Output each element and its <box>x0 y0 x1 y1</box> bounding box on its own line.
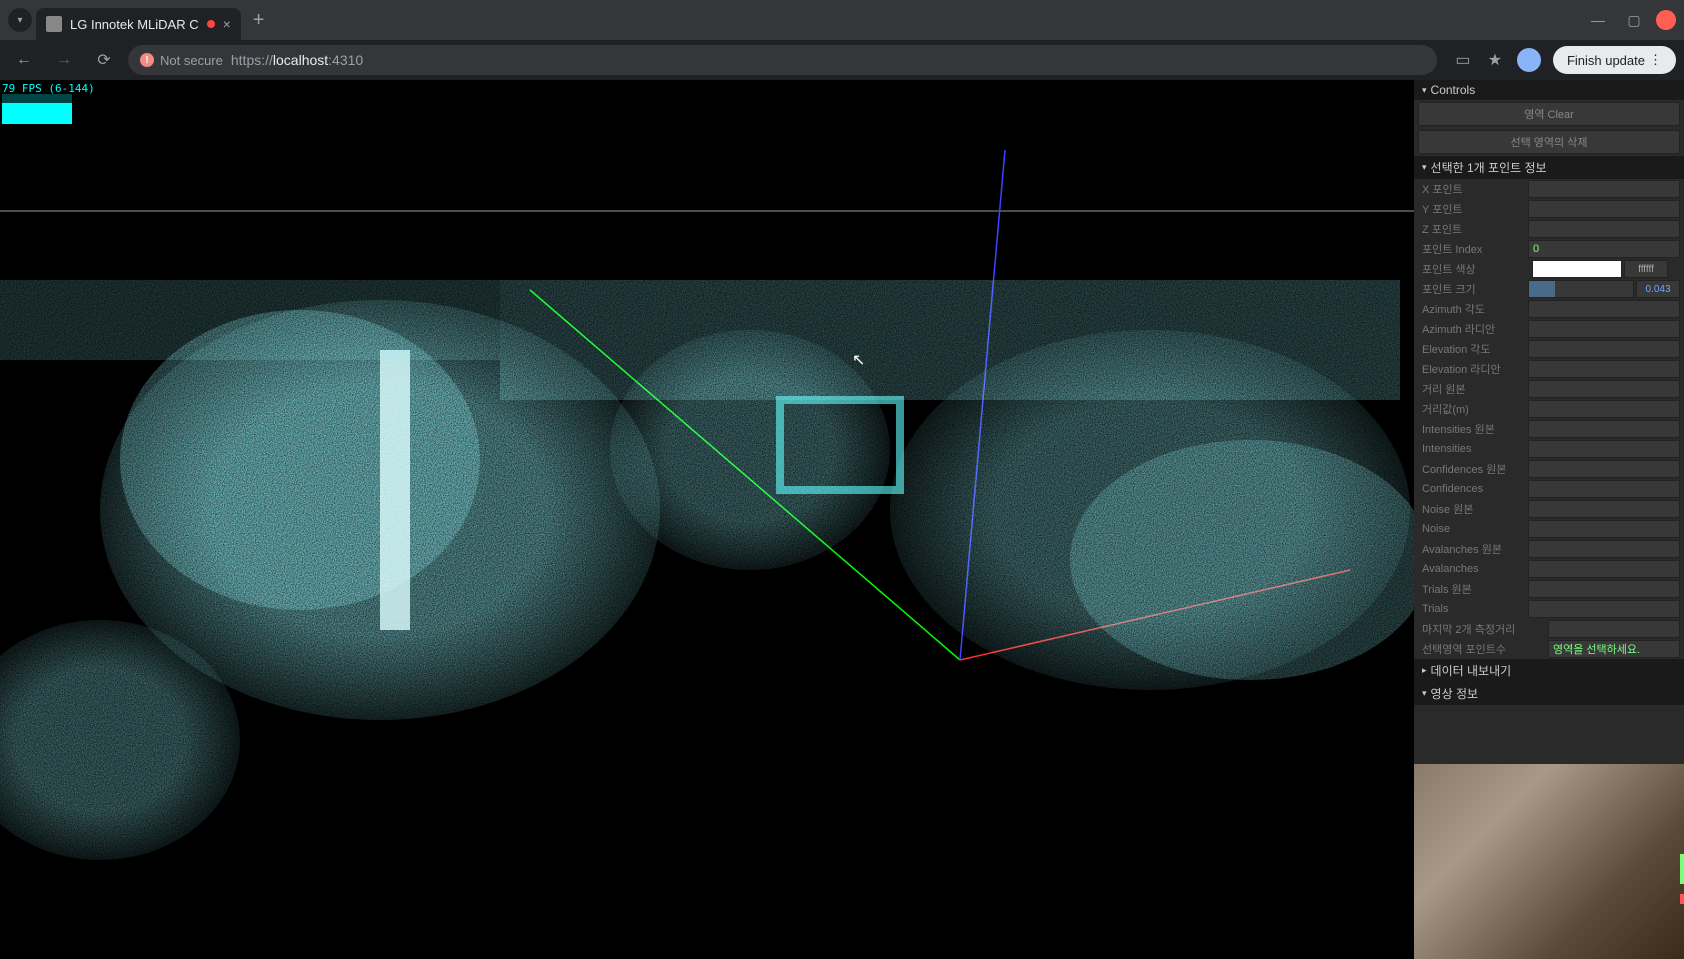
desktop-install-icon[interactable]: ▭ <box>1453 50 1473 70</box>
caret-down-icon: ▾ <box>1422 85 1427 96</box>
caret-down-icon: ▾ <box>1422 688 1427 699</box>
close-window-button[interactable] <box>1656 10 1676 30</box>
recording-indicator-icon <box>207 20 215 28</box>
selected-points-label: 선택영역 포인트수 <box>1418 641 1548 657</box>
dist-m-label: 거리값(m) <box>1418 401 1528 417</box>
avalanches-raw-value[interactable] <box>1528 540 1680 558</box>
dist-m-value[interactable] <box>1528 400 1680 418</box>
intensities-value[interactable] <box>1528 440 1680 458</box>
maximize-button[interactable]: ▢ <box>1620 6 1648 34</box>
video-section-header[interactable]: ▾ 영상 정보 <box>1414 682 1684 705</box>
controls-section-header[interactable]: ▾ Controls <box>1414 80 1684 100</box>
reload-button[interactable]: ⟳ <box>88 44 120 76</box>
azimuth-deg-value[interactable] <box>1528 300 1680 318</box>
trials-label: Trials <box>1418 603 1528 615</box>
elevation-deg-value[interactable] <box>1528 340 1680 358</box>
browser-tab-bar: ▾ LG Innotek MLiDAR C × + — ▢ <box>0 0 1684 40</box>
back-button[interactable]: ← <box>8 44 40 76</box>
point-index-label: 포인트 Index <box>1418 241 1528 257</box>
scroll-indicator-icon <box>1680 854 1684 884</box>
clear-area-button[interactable]: 영역 Clear <box>1418 102 1680 126</box>
trials-value[interactable] <box>1528 600 1680 618</box>
controls-sidebar: ▾ Controls 영역 Clear 선택 영역의 삭제 ▾ 선택한 1개 포… <box>1414 80 1684 959</box>
main-content: 79 FPS (6-144) <box>0 80 1684 959</box>
tab-title: LG Innotek MLiDAR C <box>70 17 199 32</box>
address-bar: ← → ⟳ ! Not secure https://localhost:431… <box>0 40 1684 80</box>
mouse-cursor-icon: ↖ <box>852 350 865 370</box>
point-color-label: 포인트 색상 <box>1418 261 1528 277</box>
security-indicator[interactable]: ! Not secure <box>140 53 223 68</box>
point-color-swatch[interactable] <box>1532 260 1622 278</box>
point-cloud-render <box>0 80 1414 959</box>
camera-preview <box>1414 764 1684 959</box>
intensities-raw-label: Intensities 원본 <box>1418 421 1528 437</box>
point-info-section-header[interactable]: ▾ 선택한 1개 포인트 정보 <box>1414 156 1684 179</box>
selected-points-value[interactable]: 영역을 선택하세요. <box>1548 640 1680 658</box>
point-size-value[interactable]: 0.043 <box>1636 280 1680 298</box>
avalanches-raw-label: Avalanches 원본 <box>1418 541 1528 557</box>
finish-update-button[interactable]: Finish update⋮ <box>1553 46 1676 74</box>
intensities-raw-value[interactable] <box>1528 420 1680 438</box>
3d-viewport[interactable]: 79 FPS (6-144) <box>0 80 1414 959</box>
window-controls: — ▢ <box>1584 6 1676 34</box>
intensities-label: Intensities <box>1418 443 1528 455</box>
z-point-label: Z 포인트 <box>1418 221 1528 237</box>
export-section-header[interactable]: ▸ 데이터 내보내기 <box>1414 659 1684 682</box>
caret-right-icon: ▸ <box>1422 665 1427 676</box>
last-measure-label: 마지막 2개 측정거리 <box>1418 621 1548 637</box>
azimuth-deg-label: Azimuth 각도 <box>1418 301 1528 317</box>
x-point-label: X 포인트 <box>1418 181 1528 197</box>
tab-search-dropdown[interactable]: ▾ <box>8 8 32 32</box>
confidences-label: Confidences <box>1418 483 1528 495</box>
tab-favicon <box>46 16 62 32</box>
noise-raw-label: Noise 원본 <box>1418 501 1528 517</box>
z-point-value[interactable] <box>1528 220 1680 238</box>
dist-raw-label: 거리 원본 <box>1418 381 1528 397</box>
trials-raw-label: Trials 원본 <box>1418 581 1528 597</box>
point-index-value[interactable]: 0 <box>1528 240 1680 258</box>
minimize-button[interactable]: — <box>1584 6 1612 34</box>
point-size-label: 포인트 크기 <box>1418 281 1528 297</box>
confidences-value[interactable] <box>1528 480 1680 498</box>
tab-close-icon[interactable]: × <box>223 16 231 32</box>
azimuth-rad-value[interactable] <box>1528 320 1680 338</box>
avalanches-label: Avalanches <box>1418 563 1528 575</box>
new-tab-button[interactable]: + <box>253 9 265 32</box>
delete-selected-area-button[interactable]: 선택 영역의 삭제 <box>1418 130 1680 154</box>
profile-avatar[interactable] <box>1517 48 1541 72</box>
browser-tab[interactable]: LG Innotek MLiDAR C × <box>36 8 241 40</box>
bookmark-icon[interactable]: ★ <box>1485 50 1505 70</box>
dist-raw-value[interactable] <box>1528 380 1680 398</box>
elevation-rad-value[interactable] <box>1528 360 1680 378</box>
noise-label: Noise <box>1418 523 1528 535</box>
trials-raw-value[interactable] <box>1528 580 1680 598</box>
point-color-hex[interactable]: ffffff <box>1624 260 1668 278</box>
caret-down-icon: ▾ <box>1422 162 1427 173</box>
url-text: https://localhost:4310 <box>231 52 363 68</box>
scroll-indicator-icon <box>1680 894 1684 904</box>
not-secure-icon: ! <box>140 53 154 67</box>
fps-graph <box>2 94 72 124</box>
azimuth-rad-label: Azimuth 라디안 <box>1418 321 1528 337</box>
elevation-rad-label: Elevation 라디안 <box>1418 361 1528 377</box>
url-bar[interactable]: ! Not secure https://localhost:4310 <box>128 45 1437 75</box>
noise-raw-value[interactable] <box>1528 500 1680 518</box>
confidences-raw-label: Confidences 원본 <box>1418 461 1528 477</box>
avalanches-value[interactable] <box>1528 560 1680 578</box>
forward-button[interactable]: → <box>48 44 80 76</box>
point-size-slider[interactable] <box>1528 280 1634 298</box>
elevation-deg-label: Elevation 각도 <box>1418 341 1528 357</box>
noise-value[interactable] <box>1528 520 1680 538</box>
y-point-value[interactable] <box>1528 200 1680 218</box>
x-point-value[interactable] <box>1528 180 1680 198</box>
y-point-label: Y 포인트 <box>1418 201 1528 217</box>
last-measure-value[interactable] <box>1548 620 1680 638</box>
confidences-raw-value[interactable] <box>1528 460 1680 478</box>
